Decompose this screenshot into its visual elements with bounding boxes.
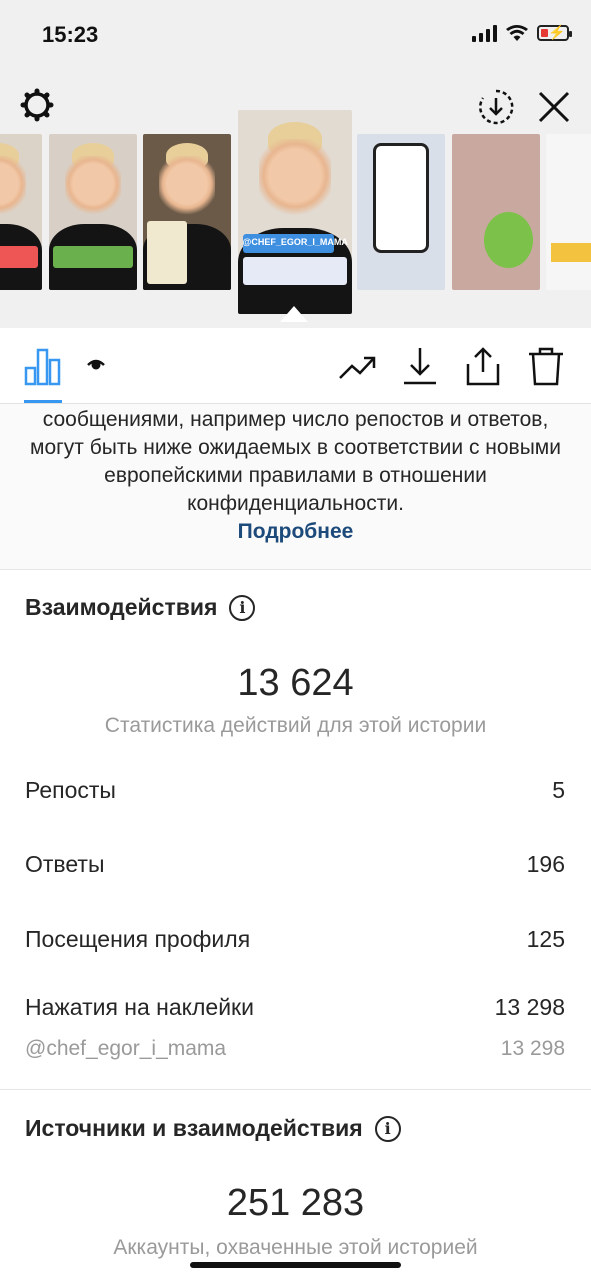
battery-icon: ⚡ xyxy=(537,24,572,41)
trash-icon[interactable] xyxy=(526,346,566,386)
story-mention-tag: @CHEF_EGOR_I_MAMA xyxy=(242,234,348,253)
stat-row-replies: Ответы 196 xyxy=(25,851,565,878)
stat-value: 125 xyxy=(526,926,565,952)
story-thumbnail[interactable] xyxy=(357,134,445,290)
stat-value: 13 298 xyxy=(494,994,565,1020)
stat-label: Ответы xyxy=(25,851,105,877)
privacy-notice: сообщениями, например число репостов и о… xyxy=(0,404,591,570)
story-thumbnails: @CHEF_EGOR_I_MAMA xyxy=(0,108,591,328)
home-indicator[interactable] xyxy=(190,1262,401,1268)
stat-row-sticker-mention: @chef_egor_i_mama 13 298 xyxy=(25,1037,565,1061)
info-icon[interactable]: i xyxy=(374,1115,401,1142)
reach-title: Источники и взаимодействия xyxy=(25,1115,363,1141)
stat-row-reposts: Репосты 5 xyxy=(25,777,565,804)
story-toolbar xyxy=(0,328,591,404)
story-thumbnail[interactable] xyxy=(143,134,231,290)
story-thumbnail[interactable] xyxy=(0,134,42,290)
reach-section-title: Источники и взаимодействия i xyxy=(25,1115,401,1142)
reach-subtitle: Аккаунты, охваченные этой историей xyxy=(113,1236,478,1259)
trending-icon[interactable] xyxy=(338,346,378,386)
signal-icon xyxy=(472,24,497,42)
sticker-mention-label: @chef_egor_i_mama xyxy=(25,1037,227,1060)
status-time: 15:23 xyxy=(42,22,99,47)
stat-label: Нажатия на наклейки xyxy=(25,994,254,1020)
wifi-icon xyxy=(506,25,528,41)
sticker-mention-value: 13 298 xyxy=(500,1037,565,1060)
selected-story-pointer xyxy=(280,306,308,322)
stat-row-sticker-taps: Нажатия на наклейки 13 298 xyxy=(25,994,565,1021)
reach-total: 251 283 xyxy=(226,1182,365,1224)
interactions-title: Взаимодействия xyxy=(25,594,218,620)
stat-value: 196 xyxy=(526,851,565,877)
interactions-section-title: Взаимодействия i xyxy=(25,594,256,621)
status-icons: ⚡ xyxy=(472,24,572,42)
download-icon[interactable] xyxy=(400,346,440,386)
info-icon[interactable]: i xyxy=(229,594,256,621)
insights-icon[interactable] xyxy=(24,346,64,386)
section-divider xyxy=(0,1089,591,1090)
story-thumbnail[interactable] xyxy=(546,134,591,290)
share-icon[interactable] xyxy=(463,346,503,386)
interactions-total: 13 624 xyxy=(237,662,354,704)
story-thumbnail-selected[interactable]: @CHEF_EGOR_I_MAMA xyxy=(238,110,352,314)
story-thumbnail[interactable] xyxy=(452,134,540,290)
story-thumbnail[interactable] xyxy=(49,134,137,290)
status-bar: 15:23 ⚡ xyxy=(0,0,591,74)
story-preview-area: @CHEF_EGOR_I_MAMA xyxy=(0,74,591,328)
stat-label: Посещения профиля xyxy=(25,926,251,952)
interactions-subtitle: Статистика действий для этой истории xyxy=(104,714,487,737)
stat-row-profile-visits: Посещения профиля 125 xyxy=(25,926,565,953)
stat-label: Репосты xyxy=(25,777,116,803)
stat-value: 5 xyxy=(552,777,565,803)
learn-more-link[interactable]: Подробнее xyxy=(0,520,591,544)
insights-tab-indicator xyxy=(24,400,62,403)
privacy-notice-text: сообщениями, например число репостов и о… xyxy=(30,408,561,515)
eye-icon[interactable] xyxy=(84,346,124,386)
